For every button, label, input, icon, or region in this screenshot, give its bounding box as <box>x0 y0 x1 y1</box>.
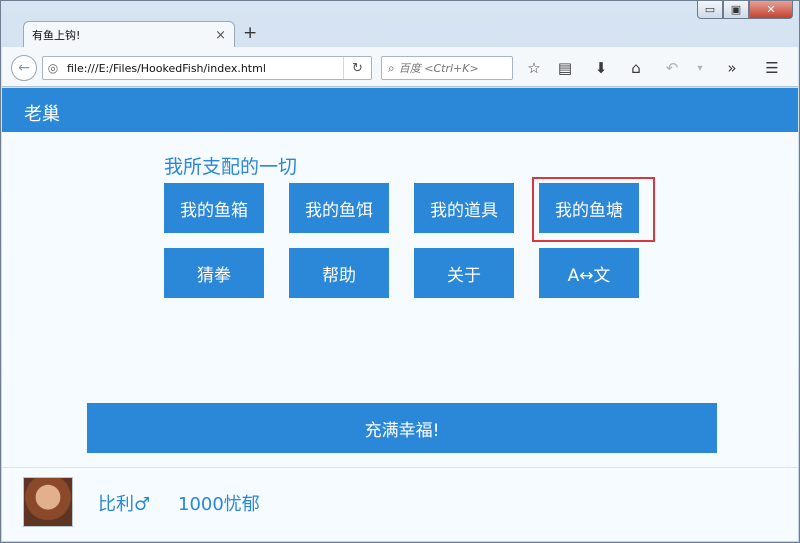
rock-paper-scissors-button[interactable]: 猜拳 <box>164 248 264 298</box>
page-content: 老巢 我所支配的一切 我的鱼箱 我的鱼饵 我的道具 我的鱼塘 猜拳 帮助 关于 … <box>2 88 798 541</box>
browser-window: ▭ ▣ ✕ 有鱼上钩! × + ← ◎ file:///E:/Files/Hoo… <box>0 0 800 543</box>
back-arrow-icon[interactable]: ← <box>11 55 37 81</box>
user-name: 比利♂ <box>98 494 151 515</box>
close-window-button[interactable]: ✕ <box>749 1 793 19</box>
url-bar[interactable]: ◎ file:///E:/Files/HookedFish/index.html… <box>42 56 372 80</box>
browser-tab[interactable]: 有鱼上钩! × <box>23 21 235 48</box>
my-fish-box-button[interactable]: 我的鱼箱 <box>164 183 264 233</box>
reload-icon[interactable]: ↻ <box>343 57 371 79</box>
my-items-button[interactable]: 我的道具 <box>414 183 514 233</box>
overflow-chevron-icon[interactable]: » <box>722 58 742 78</box>
footer-divider <box>2 467 798 468</box>
site-title[interactable]: 老巢 <box>24 100 60 126</box>
section-title: 我所支配的一切 <box>164 156 298 178</box>
avatar <box>23 477 73 527</box>
minimize-button[interactable]: ▭ <box>697 1 723 19</box>
window-controls: ▭ ▣ ✕ <box>697 1 793 21</box>
navigation-toolbar: ← ◎ file:///E:/Files/HookedFish/index.ht… <box>2 47 798 87</box>
tab-title: 有鱼上钩! <box>32 29 81 42</box>
full-of-happiness-button[interactable]: 充满幸福! <box>87 403 717 453</box>
bookmark-star-icon[interactable]: ☆ <box>524 58 544 78</box>
undo-icon[interactable]: ↶ <box>662 58 682 78</box>
search-input[interactable]: 百度 <Ctrl+K> <box>399 60 479 76</box>
currency-balance: 1000忧郁 <box>178 494 260 515</box>
my-fish-pond-button[interactable]: 我的鱼塘 <box>539 183 639 233</box>
site-header: 老巢 <box>2 88 798 132</box>
about-button[interactable]: 关于 <box>414 248 514 298</box>
tab-strip: 有鱼上钩! × + <box>1 19 799 48</box>
home-icon[interactable]: ⌂ <box>626 58 646 78</box>
globe-icon: ◎ <box>47 61 59 75</box>
url-input[interactable]: file:///E:/Files/HookedFish/index.html <box>63 62 343 75</box>
search-bar[interactable]: ⌕ 百度 <Ctrl+K> <box>381 56 513 80</box>
help-button[interactable]: 帮助 <box>289 248 389 298</box>
search-icon: ⌕ <box>388 60 395 75</box>
new-tab-button[interactable]: + <box>243 23 257 43</box>
hamburger-menu-icon[interactable]: ☰ <box>762 58 782 78</box>
my-bait-button[interactable]: 我的鱼饵 <box>289 183 389 233</box>
dropdown-icon[interactable]: ▾ <box>690 58 710 78</box>
download-icon[interactable]: ⬇ <box>591 58 611 78</box>
close-tab-icon[interactable]: × <box>215 28 226 43</box>
language-toggle-button[interactable]: A↔文 <box>539 248 639 298</box>
reading-list-icon[interactable]: ▤ <box>555 58 575 78</box>
maximize-button[interactable]: ▣ <box>723 1 749 19</box>
